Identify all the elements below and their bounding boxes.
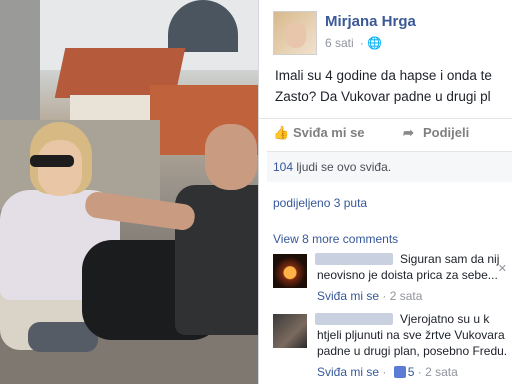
- shares-link[interactable]: podijeljeno 3 puta: [273, 196, 367, 210]
- comment-time[interactable]: 2 sata: [425, 365, 458, 379]
- comment-footer: Sviđa mi se · 5 · 2 sata: [317, 365, 458, 379]
- close-icon[interactable]: ✕: [498, 262, 507, 275]
- separator: ·: [379, 365, 390, 379]
- author-name[interactable]: Mirjana Hrga: [325, 13, 416, 30]
- like-label: Sviđa mi se: [293, 125, 365, 140]
- like-button[interactable]: 👍 Sviđa mi se: [273, 125, 365, 141]
- avatar-face: [286, 22, 306, 48]
- comment-time[interactable]: 2 sata: [390, 289, 423, 303]
- comment: Vjerojatno su u k htjeli pljunuti na sve…: [259, 312, 512, 379]
- likes-suffix: ljudi se ovo sviđa.: [293, 160, 392, 174]
- comment-text-line: padne u drugi plan, posebno Fredu.: [317, 344, 508, 358]
- separator: ·: [414, 365, 426, 379]
- comment-like-link[interactable]: Sviđa mi se: [317, 365, 379, 379]
- share-label: Podijeli: [423, 125, 470, 140]
- photo-woman-face: [38, 140, 82, 196]
- comment-text-line: neovisno je doista prica za sebe...: [317, 268, 498, 282]
- share-button[interactable]: ➦ Podijeli: [403, 125, 469, 141]
- like-count-icon: [393, 366, 406, 378]
- thumbs-up-icon: 👍: [273, 125, 290, 140]
- comment-text-line: htjeli pljunuti na sve žrtve Vukovara: [317, 328, 505, 342]
- post-panel: Mirjana Hrga 6 sati · 🌐 Imali su 4 godine…: [258, 0, 512, 384]
- separator: ·: [379, 289, 390, 303]
- post-meta: 6 sati · 🌐: [325, 36, 382, 50]
- likes-text[interactable]: 104 ljudi se ovo sviđa.: [273, 160, 391, 174]
- post-actions: 👍 Sviđa mi se ➦ Podijeli: [259, 118, 512, 149]
- comment-like-link[interactable]: Sviđa mi se: [317, 289, 379, 303]
- commenter-avatar[interactable]: [273, 254, 307, 288]
- likes-count: 104: [273, 160, 294, 174]
- photo-man-head: [205, 124, 257, 190]
- share-arrow-icon: ➦: [403, 125, 414, 140]
- comment: Siguran sam da nij neovisno je doista pr…: [259, 252, 512, 312]
- commenter-avatar[interactable]: [273, 314, 307, 348]
- commenter-name-redacted[interactable]: [315, 253, 393, 265]
- view-more-comments[interactable]: View 8 more comments: [273, 232, 398, 246]
- post-text-line: Zasto? Da Vukovar padne u drugi pl: [275, 89, 491, 104]
- globe-icon[interactable]: · 🌐: [360, 36, 382, 50]
- post-text: Imali su 4 godine da hapse i onda te Zas…: [275, 65, 512, 109]
- post-header: Mirjana Hrga 6 sati · 🌐: [259, 0, 512, 62]
- comment-text-line: Vjerojatno su u k: [400, 312, 490, 326]
- photo-sunglasses: [30, 155, 74, 167]
- post-photo[interactable]: [0, 0, 258, 384]
- comment-footer: Sviđa mi se · 2 sata: [317, 289, 422, 303]
- commenter-name-redacted[interactable]: [315, 313, 393, 325]
- post-text-line: Imali su 4 godine da hapse i onda te: [275, 68, 492, 83]
- author-avatar[interactable]: [273, 11, 317, 55]
- comment-text-line: Siguran sam da nij: [400, 252, 500, 266]
- likes-summary: 104 ljudi se ovo sviđa.: [267, 151, 512, 182]
- photo-tower: [0, 0, 40, 120]
- post-time[interactable]: 6 sati: [325, 36, 354, 50]
